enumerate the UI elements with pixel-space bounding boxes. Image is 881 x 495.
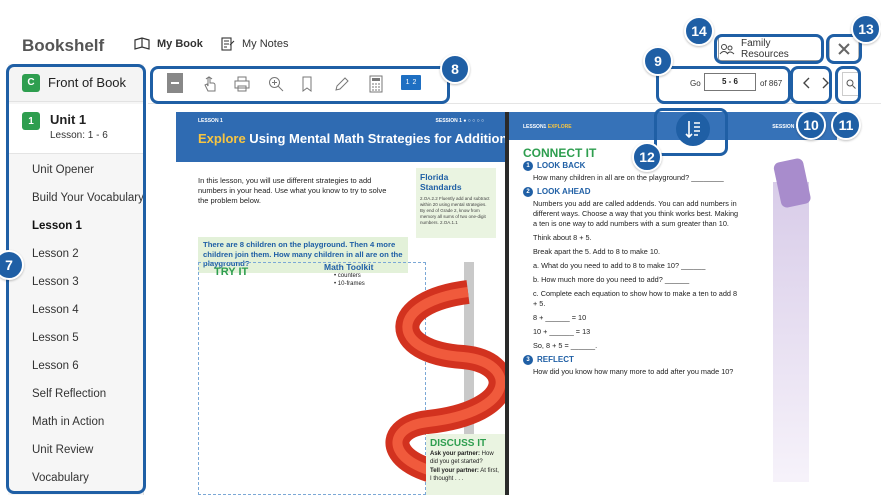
callout-13: 13 [851, 14, 881, 44]
callout-12: 12 [632, 142, 662, 172]
break-apart: Break apart the 5. Add to 8 to make 10. [533, 247, 660, 256]
reflect-text: How did you know how many more to add af… [533, 367, 734, 376]
book-viewer: LESSON 1 SESSION 1 ● ○ ○ ○ ○ Explore Usi… [148, 104, 881, 495]
toolbar-highlight [150, 66, 450, 104]
book-icon [134, 37, 150, 50]
equation-2: 10 + ______ = 13 [533, 327, 591, 336]
step-1-number: 1 [523, 161, 533, 171]
discuss-tell-bold: Tell your partner: [430, 468, 479, 474]
callout-9: 9 [643, 46, 673, 76]
equation-3: So, 8 + 5 = ______. [533, 341, 598, 350]
question-b: b. How much more do you need to add? ___… [533, 275, 690, 284]
left-lesson-label: LESSON 1 [198, 118, 223, 124]
equation-1: 8 + ______ = 10 [533, 313, 587, 322]
tab-my-book-label: My Book [157, 38, 203, 50]
florida-standards-text: 2.OA.2.2 Fluently add and subtract withi… [420, 196, 490, 225]
read-aloud-button[interactable] [676, 112, 710, 146]
look-back-label: LOOK BACK [537, 161, 586, 170]
sidebar-highlight [6, 64, 146, 494]
look-ahead-heading: 2 LOOK AHEAD [523, 187, 743, 197]
math-toolkit: Math Toolkit • counters • 10-frames [324, 262, 373, 288]
page-navigation-highlight [656, 66, 791, 104]
toolkit-item-counters: • counters [334, 273, 361, 279]
think-about: Think about 8 + 5. [533, 233, 592, 242]
lesson-title-explore: Explore [198, 131, 246, 146]
callout-8: 8 [440, 54, 470, 84]
callout-11: 11 [831, 110, 861, 140]
discuss-it-heading: DISCUSS IT [430, 438, 487, 449]
left-page-header: LESSON 1 SESSION 1 ● ○ ○ ○ ○ Explore Usi… [176, 112, 507, 162]
lesson-title-rest: Using Mental Math Strategies for Additio… [245, 131, 508, 146]
reflect-label: REFLECT [537, 355, 574, 364]
arrows-highlight [790, 66, 832, 104]
florida-standards-box: Florida Standards 2.OA.2.2 Fluently add … [416, 168, 496, 238]
look-ahead-label: LOOK AHEAD [537, 187, 591, 196]
reflect-heading: 3 REFLECT [523, 355, 743, 365]
left-session-label: SESSION 1 ● ○ ○ ○ ○ [435, 118, 484, 124]
right-lesson-label: LESSON1 EXPLORE [523, 124, 572, 130]
toolkit-item-10-frames: • 10-frames [334, 281, 365, 287]
math-toolkit-heading: Math Toolkit [324, 262, 374, 272]
look-back-text: How many children in all are on the play… [533, 173, 724, 182]
app-title: Bookshelf [22, 36, 105, 55]
discuss-ask-bold: Ask your partner: [430, 451, 481, 457]
callout-14: 14 [684, 16, 714, 46]
try-it-heading: TRY IT [214, 266, 249, 278]
step-2-number: 2 [523, 187, 533, 197]
right-lesson-label-text: LESSON1 [523, 124, 547, 130]
notes-icon [221, 37, 235, 51]
tab-my-book[interactable]: My Book [134, 37, 203, 51]
lesson-intro: In this lesson, you will use different s… [198, 176, 387, 205]
florida-standards-heading: Florida Standards [420, 172, 462, 192]
search-highlight [835, 66, 861, 104]
read-aloud-icon [685, 121, 700, 139]
discuss-ask: Ask your partner: How did you get starte… [430, 451, 502, 466]
tab-my-notes-label: My Notes [242, 38, 289, 50]
callout-10: 10 [796, 110, 826, 140]
tab-my-notes[interactable]: My Notes [221, 37, 288, 51]
right-page: LESSON1 EXPLORE SESSION 1 ● CONNECT IT 1… [509, 112, 837, 495]
step-3-number: 3 [523, 355, 533, 365]
connect-it-section: CONNECT IT 1 LOOK BACK How many children … [523, 147, 743, 381]
right-lesson-explore: EXPLORE [547, 124, 572, 130]
left-page: LESSON 1 SESSION 1 ● ○ ○ ○ ○ Explore Usi… [176, 112, 507, 495]
chalk-illustration [773, 158, 811, 482]
question-c: c. Complete each equation to show how to… [533, 289, 738, 308]
look-ahead-text: Numbers you add are called addends. You … [533, 199, 739, 228]
discuss-tell: Tell your partner: At first, I thought .… [430, 468, 502, 483]
question-a: a. What do you need to add to 8 to make … [533, 261, 706, 270]
lesson-title: Explore Using Mental Math Strategies for… [198, 131, 507, 146]
family-resources-highlight [714, 34, 824, 64]
discuss-it-box: DISCUSS IT Ask your partner: How did you… [426, 434, 506, 495]
